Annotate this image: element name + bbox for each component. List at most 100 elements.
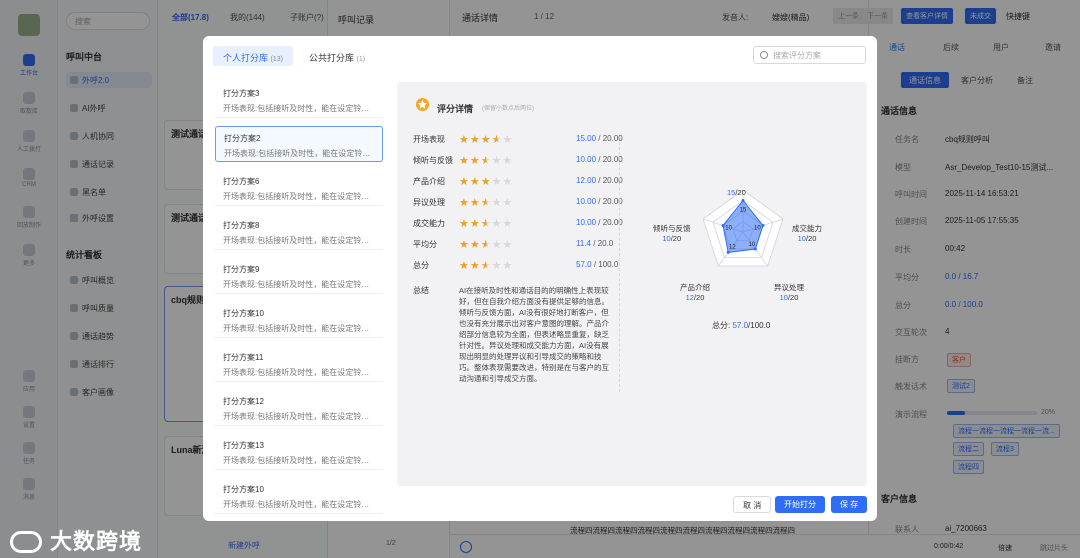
plan-title: 打分方案8 (223, 221, 260, 230)
score-row: 产品介绍 ★★★★★ 12.00 / 20.00 (413, 176, 623, 190)
radar-total: 总分: 57.0/100.0 (712, 321, 771, 330)
plan-title: 打分方案13 (223, 441, 264, 450)
radar-point (741, 199, 745, 202)
star-icon: ★ (459, 218, 470, 230)
plan-item[interactable]: 打分方案3 开场表现:包括接听及时性，能在设定铃响... (215, 82, 383, 118)
plan-title: 打分方案11 (223, 353, 264, 362)
plan-description: 开场表现:包括接听及时性，能在设定铃响... (223, 456, 375, 465)
score-detail-panel: 评分详情 (保留小数点后两位) 开场表现 ★★★★★ 15.00 / 20.00 倾听… (397, 82, 867, 486)
star-icon: ★ (459, 197, 470, 209)
star-icon: ★ (480, 239, 492, 251)
star-icon: ★ (502, 176, 514, 188)
star-icon: ★ (469, 176, 481, 188)
star-rating: ★★★★★ (459, 259, 513, 272)
score-label: 倾听与反馈 (413, 156, 453, 165)
score-row: 开场表现 ★★★★★ 15.00 / 20.00 (413, 134, 623, 148)
radar-point (721, 224, 725, 228)
score-label: 开场表现 (413, 135, 445, 144)
star-icon: ★ (459, 176, 470, 188)
star-icon: ★ (480, 155, 492, 167)
plan-item[interactable]: 打分方案10 开场表现:包括接听及时性，能在设定铃响... (215, 302, 383, 338)
plan-description: 开场表现:包括接听及时性，能在设定铃响... (223, 236, 375, 245)
star-icon: ★ (480, 197, 492, 209)
plan-title: 打分方案6 (223, 177, 260, 186)
radar-value-label: 10 (725, 225, 732, 231)
plan-description: 开场表现:包括接听及时性，能在设定铃响... (223, 368, 375, 377)
star-icon: ★ (469, 260, 481, 272)
plan-item[interactable]: 打分方案9 开场表现:包括接听及时性，能在设定铃响... (215, 258, 383, 294)
star-icon: ★ (491, 197, 503, 209)
radar-label-listening: 倾听与反馈 10/20 (653, 224, 691, 243)
tab-public-library[interactable]: 公共打分库 (1) (299, 46, 375, 66)
star-icon: ★ (469, 134, 481, 146)
star-icon: ★ (491, 176, 503, 188)
medal-icon (415, 97, 430, 112)
score-value: 11.4 / 20.0 (576, 239, 614, 248)
score-value: 10.00 / 20.00 (576, 218, 623, 227)
plan-item[interactable]: 打分方案13 开场表现:包括接听及时性，能在设定铃响... (215, 434, 383, 470)
plan-title: 打分方案10 (223, 485, 264, 494)
score-detail-title: 评分详情 (437, 104, 474, 114)
plan-description: 开场表现:包括接听及时性，能在设定铃响... (223, 412, 375, 421)
summary-text: AI在接听及时性和通话目的的明确性上表现较好，但在自我介绍方面没有提供足够的信息… (459, 286, 609, 383)
star-icon: ★ (491, 134, 503, 146)
plan-title: 打分方案12 (223, 397, 264, 406)
score-label: 成交能力 (413, 219, 445, 228)
plan-description: 开场表现:包括接听及时性，能在设定铃响... (223, 192, 375, 201)
star-icon: ★ (491, 260, 503, 272)
score-label: 异议处理 (413, 198, 445, 207)
radar-value-label: 10 (749, 242, 756, 248)
plan-item[interactable]: 打分方案11 开场表现:包括接听及时性，能在设定铃响... (215, 346, 383, 382)
plan-description: 开场表现:包括接听及时性，能在设定铃响... (223, 324, 375, 333)
star-icon: ★ (502, 239, 514, 251)
plan-title: 打分方案3 (223, 89, 260, 98)
radar-label-product: 产品介绍 12/20 (680, 283, 710, 302)
star-icon: ★ (502, 218, 514, 230)
score-row: 总分 ★★★★★ 57.0 / 100.0 (413, 259, 618, 274)
star-icon: ★ (480, 218, 492, 230)
score-detail-note: (保留小数点后两位) (482, 106, 534, 112)
summary-label: 总结 (413, 286, 429, 295)
score-label: 产品介绍 (413, 177, 445, 186)
score-row: 倾听与反馈 ★★★★★ 10.00 / 20.00 (413, 154, 623, 169)
search-icon (760, 51, 768, 59)
score-row: 平均分 ★★★★★ 11.4 / 20.0 (413, 239, 613, 253)
radar-point (726, 250, 730, 254)
star-rating: ★★★★★ (459, 217, 513, 230)
plan-item[interactable]: 打分方案8 开场表现:包括接听及时性，能在设定铃响... (215, 214, 383, 250)
plan-title: 打分方案2 (224, 134, 261, 143)
save-button[interactable]: 保 存 (831, 496, 868, 513)
star-icon: ★ (469, 155, 481, 167)
plan-description: 开场表现:包括接听及时性，能在设定铃响... (224, 149, 374, 158)
tab-personal-library[interactable]: 个人打分库 (13) (213, 46, 293, 66)
radar-value-label: 10 (754, 225, 761, 231)
plan-item[interactable]: 打分方案6 开场表现:包括接听及时性，能在设定铃响... (215, 170, 383, 206)
cancel-button[interactable]: 取 消 (733, 496, 772, 513)
radar-label-objection: 异议处理 10/20 (774, 283, 804, 302)
star-icon: ★ (469, 218, 481, 230)
plan-title: 打分方案10 (223, 309, 264, 318)
plan-item[interactable]: 打分方案10 开场表现:包括接听及时性，能在设定铃响... (215, 478, 383, 514)
plan-description: 开场表现:包括接听及时性，能在设定铃响... (223, 280, 375, 289)
star-icon: ★ (480, 176, 492, 188)
score-row: 异议处理 ★★★★★ 10.00 / 20.00 (413, 197, 623, 211)
score-value: 15.00 / 20.00 (576, 134, 623, 143)
plan-description: 开场表现:包括接听及时性，能在设定铃响... (223, 500, 375, 509)
radar-chart: 15 10 10 12 10 (702, 189, 784, 267)
panel-divider (619, 142, 620, 392)
score-value: 12.00 / 20.00 (576, 176, 623, 185)
star-rating: ★★★★★ (459, 154, 513, 167)
star-icon: ★ (502, 260, 514, 272)
star-icon: ★ (459, 134, 470, 146)
plan-item[interactable]: 打分方案12 开场表现:包括接听及时性，能在设定铃响... (215, 390, 383, 426)
star-icon: ★ (491, 155, 503, 167)
radar-label-closing: 成交能力 10/20 (792, 224, 822, 243)
star-icon: ★ (491, 218, 503, 230)
star-icon: ★ (459, 155, 470, 167)
plan-search-input[interactable]: 搜索评分方案 (753, 46, 866, 64)
plan-title: 打分方案9 (223, 265, 260, 274)
start-scoring-button[interactable]: 开始打分 (775, 496, 825, 513)
score-row: 成交能力 ★★★★★ 10.00 / 20.00 (413, 217, 623, 232)
plan-item[interactable]: 打分方案2 开场表现:包括接听及时性，能在设定铃响... (215, 126, 383, 162)
radar-label-opening: 15/20 (727, 188, 746, 197)
